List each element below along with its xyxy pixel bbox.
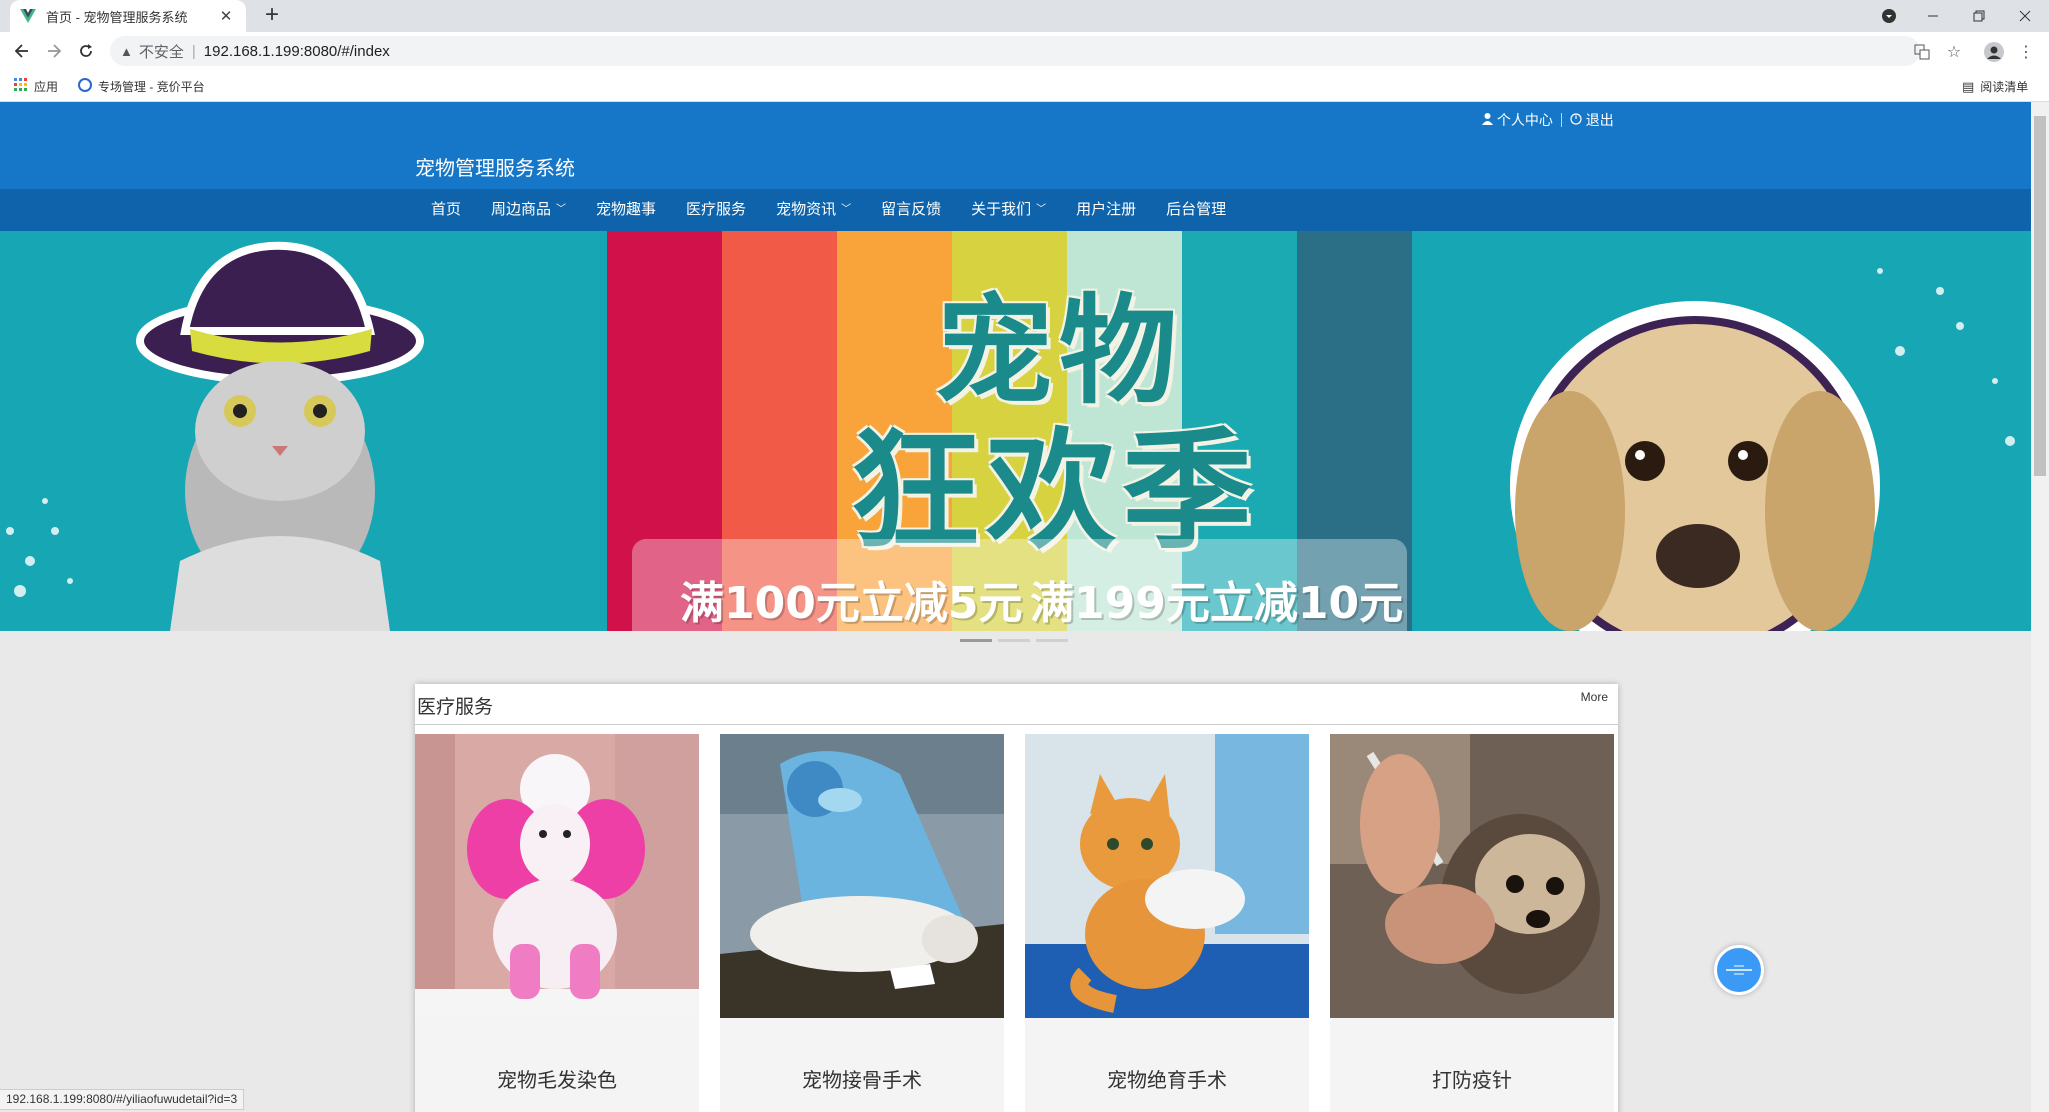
reading-list-icon: ▤ — [1962, 78, 1975, 94]
link-divider — [1560, 113, 1562, 127]
card-title: 宠物绝育手术 — [1107, 1070, 1227, 1092]
promo-text-2: 满199元立减10元 — [1030, 578, 1404, 629]
tab-close-icon[interactable]: ✕ — [216, 6, 236, 26]
nav-item-register[interactable]: 用户注册 — [1061, 189, 1151, 231]
nav-label: 关于我们 — [971, 201, 1032, 218]
menu-kebab-icon[interactable]: ⋮ — [2014, 40, 2038, 64]
site-title[interactable]: 宠物管理服务系统 — [415, 152, 575, 181]
bookmark-label: 应用 — [34, 80, 59, 94]
user-links: 个人中心 退出 — [1482, 110, 1614, 130]
nav-item-medical[interactable]: 医疗服务 — [671, 189, 761, 231]
card-title: 打防疫针 — [1432, 1070, 1512, 1092]
bookmark-label: 专场管理 - 竞价平台 — [98, 80, 205, 94]
logout-link[interactable]: 退出 — [1570, 110, 1614, 130]
floating-action-button[interactable] — [1714, 945, 1764, 995]
chevron-down-icon: ﹀ — [841, 204, 852, 215]
carousel-dot[interactable] — [1036, 639, 1068, 642]
card-title: 宠物毛发染色 — [497, 1070, 617, 1092]
section-title: 医疗服务 — [417, 697, 494, 718]
nav-label: 留言反馈 — [881, 201, 942, 218]
carousel-indicators — [960, 639, 1068, 642]
carousel-dot[interactable] — [960, 639, 992, 642]
reload-icon[interactable] — [72, 37, 100, 65]
vaccine-dog-photo — [1330, 734, 1614, 1018]
nav-item-home[interactable]: 首页 — [416, 189, 476, 231]
page-scrollbar[interactable] — [2031, 102, 2049, 1112]
nav-item-about[interactable]: 关于我们 ﹀ — [956, 189, 1061, 231]
nav-label: 宠物趣事 — [596, 201, 657, 218]
logout-label: 退出 — [1585, 112, 1614, 128]
service-card[interactable]: 宠物毛发染色 — [415, 734, 699, 1112]
carousel-dot[interactable] — [998, 639, 1030, 642]
forward-icon[interactable] — [40, 37, 68, 65]
new-tab-button[interactable]: + — [258, 2, 286, 30]
vue-logo-icon — [20, 9, 36, 23]
user-icon — [1482, 112, 1497, 128]
profile-icon[interactable] — [1982, 40, 2006, 64]
promo-text-1: 满100元立减5元 — [680, 578, 1023, 629]
page-viewport: 个人中心 退出 宠物管理服务系统 首页 周边商品 ﹀ 宠物趣事 医疗服务 宠物资讯… — [0, 102, 2031, 1112]
bookmarks-bar: 应用 专场管理 - 竞价平台 ▤ 阅读清单 — [0, 70, 2049, 102]
tab-title: 首页 - 宠物管理服务系统 — [46, 9, 188, 25]
translate-icon[interactable] — [1910, 40, 1934, 64]
tab-search-icon[interactable] — [1866, 0, 1912, 32]
back-icon[interactable] — [8, 37, 36, 65]
pink-poodle-photo — [415, 734, 699, 1018]
warning-icon[interactable]: ▲ — [120, 44, 133, 59]
nav-item-products[interactable]: 周边商品 ﹀ — [476, 189, 581, 231]
address-separator: | — [191, 42, 196, 60]
nav-label: 首页 — [431, 201, 462, 218]
nav-item-admin[interactable]: 后台管理 — [1151, 189, 1241, 231]
float-menu-icon — [1726, 965, 1752, 975]
url-text[interactable]: 192.168.1.199:8080/#/index — [204, 43, 390, 60]
bookmark-auction[interactable]: 专场管理 - 竞价平台 — [78, 78, 205, 95]
nav-label: 用户注册 — [1076, 201, 1137, 218]
nav-label: 周边商品 — [491, 201, 552, 218]
more-link[interactable]: More — [1581, 690, 1608, 704]
bookmark-star-icon[interactable]: ☆ — [1942, 40, 1966, 64]
status-bar-url: 192.168.1.199:8080/#/yiliaofuwudetail?id… — [0, 1089, 245, 1110]
nav-item-feedback[interactable]: 留言反馈 — [866, 189, 956, 231]
reading-list[interactable]: ▤ 阅读清单 — [1962, 78, 2028, 95]
minimize-icon[interactable] — [1910, 0, 1956, 32]
browser-tabstrip: 首页 - 宠物管理服务系统 ✕ + — [0, 0, 2049, 32]
scrollbar-thumb[interactable] — [2034, 116, 2046, 476]
banner-carousel[interactable]: 宠物 狂欢季 满100元立减5元 满199元立减10元 — [0, 231, 2031, 631]
user-center-label: 个人中心 — [1496, 112, 1553, 128]
surgery-photo — [720, 734, 1004, 1018]
chevron-down-icon: ﹀ — [556, 204, 567, 215]
browser-toolbar: ▲ 不安全 | 192.168.1.199:8080/#/index ☆ ⋮ — [0, 32, 2049, 70]
apps-grid-icon — [14, 78, 28, 95]
insecure-label: 不安全 — [138, 43, 184, 61]
chevron-down-icon: ﹀ — [1036, 204, 1047, 215]
site-favicon-icon — [78, 78, 92, 95]
section-divider — [415, 724, 1618, 725]
nav-item-news[interactable]: 宠物资讯 ﹀ — [761, 189, 866, 231]
address-bar[interactable]: ▲ 不安全 | 192.168.1.199:8080/#/index — [110, 36, 1920, 66]
reading-list-label: 阅读清单 — [1980, 80, 2029, 94]
service-card[interactable]: 打防疫针 — [1330, 734, 1614, 1112]
orange-cat-photo — [1025, 734, 1309, 1018]
service-card[interactable]: 宠物绝育手术 — [1025, 734, 1309, 1112]
nav-item-pet-stories[interactable]: 宠物趣事 — [581, 189, 671, 231]
site-header: 个人中心 退出 宠物管理服务系统 — [0, 102, 2031, 189]
nav-label: 宠物资讯 — [776, 201, 837, 218]
power-icon — [1570, 112, 1586, 128]
close-window-icon[interactable] — [2002, 0, 2048, 32]
browser-tab[interactable]: 首页 - 宠物管理服务系统 ✕ — [10, 0, 246, 32]
medical-services-panel: 医疗服务 More 宠物毛发染色 宠物接骨手术 宠物绝育手术 打防疫针 — [415, 684, 1618, 1112]
service-card[interactable]: 宠物接骨手术 — [720, 734, 1004, 1112]
nav-label: 后台管理 — [1166, 201, 1227, 218]
user-center-link[interactable]: 个人中心 — [1482, 110, 1553, 130]
bookmark-apps[interactable]: 应用 — [14, 78, 58, 95]
restore-icon[interactable] — [1956, 0, 2002, 32]
nav-label: 医疗服务 — [686, 201, 747, 218]
card-title: 宠物接骨手术 — [802, 1070, 922, 1092]
main-nav: 首页 周边商品 ﹀ 宠物趣事 医疗服务 宠物资讯 ﹀ 留言反馈 关于我们 ﹀ 用户注册… — [0, 189, 2031, 231]
